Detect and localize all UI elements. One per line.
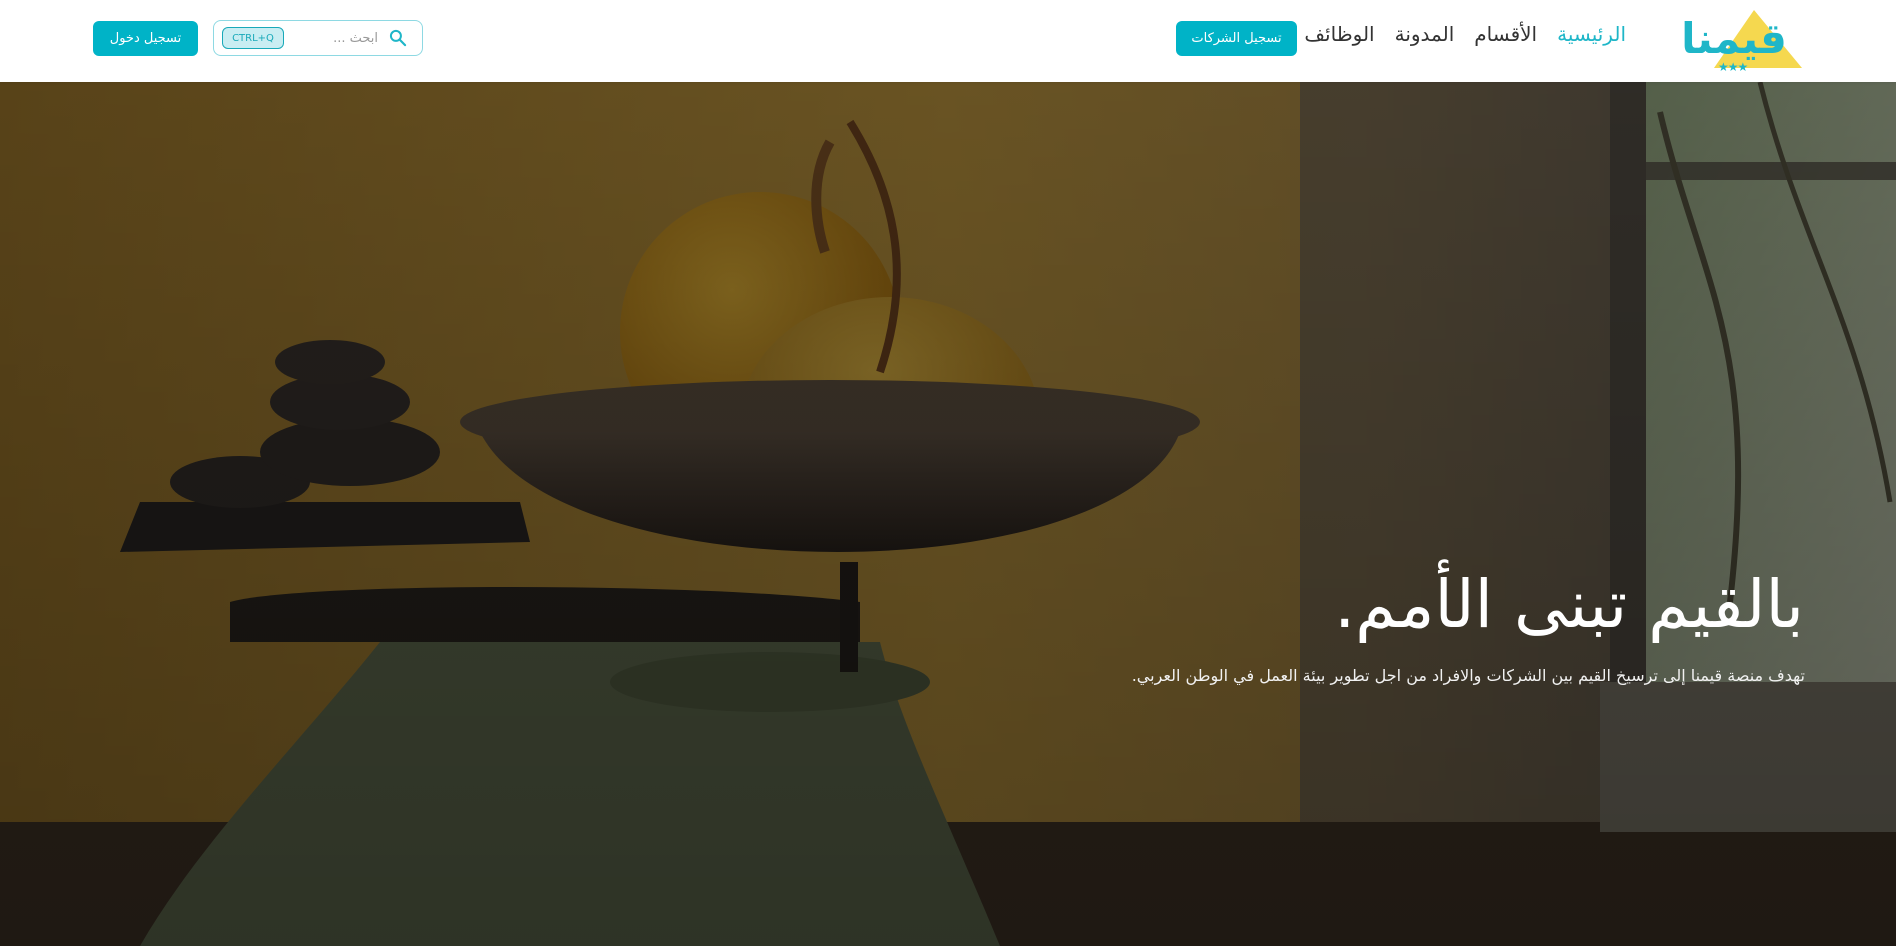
search-box: CTRL+Q (213, 20, 423, 56)
search-shortcut-badge: CTRL+Q (222, 27, 284, 49)
logo-text: قيمنا (1681, 14, 1788, 63)
nav-item-jobs[interactable]: الوظائف (1304, 22, 1374, 46)
register-companies-button[interactable]: تسجيل الشركات (1176, 21, 1297, 56)
nav-item-sections[interactable]: الأقسام (1474, 22, 1537, 46)
nav-item-home[interactable]: الرئيسية (1557, 22, 1626, 46)
top-navbar: قيمنا ★★★ الرئيسية الأقسام المدونة الوظا… (0, 0, 1896, 82)
search-input[interactable] (298, 28, 378, 48)
logo-stars-icon: ★★★ (1718, 60, 1748, 74)
main-nav: الرئيسية الأقسام المدونة الوظائف (1304, 22, 1626, 46)
nav-item-blog[interactable]: المدونة (1395, 22, 1455, 46)
hero-title: بالقيم تبنى الأمم. (1334, 566, 1805, 643)
hero-subtitle: تهدف منصة قيمنا إلى ترسيخ القيم بين الشر… (1131, 666, 1805, 685)
site-logo[interactable]: قيمنا ★★★ (1662, 8, 1806, 74)
hero-section: بالقيم تبنى الأمم. تهدف منصة قيمنا إلى ت… (0, 82, 1896, 946)
login-button[interactable]: تسجيل دخول (93, 21, 198, 56)
hero-background-image (0, 82, 1896, 946)
search-icon[interactable] (388, 28, 408, 48)
